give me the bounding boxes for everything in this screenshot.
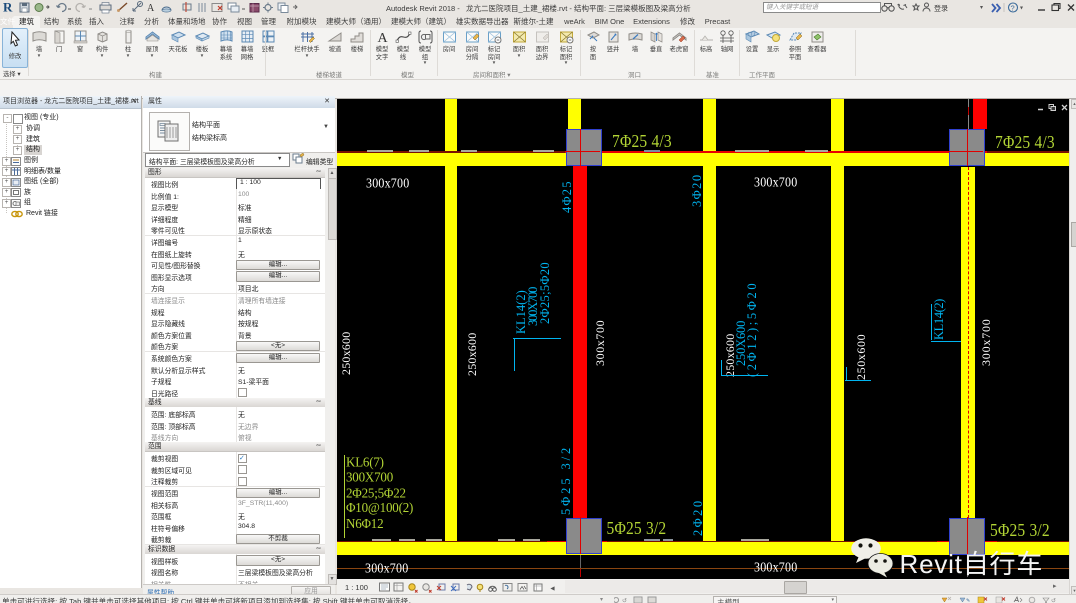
- svg-text:A: A: [147, 3, 155, 14]
- svg-text:?: ?: [1011, 4, 1015, 13]
- svg-text:▾: ▾: [980, 5, 983, 11]
- svg-text:A: A: [377, 31, 388, 45]
- svg-text:▾: ▾: [1020, 6, 1023, 12]
- svg-text:登录: 登录: [934, 4, 948, 13]
- svg-text:◄: ◄: [549, 585, 556, 592]
- svg-text:R: R: [3, 0, 13, 15]
- svg-text:↺: ↺: [1051, 597, 1056, 603]
- svg-text:✎: ✎: [966, 598, 970, 603]
- svg-text:↺: ↺: [622, 597, 627, 603]
